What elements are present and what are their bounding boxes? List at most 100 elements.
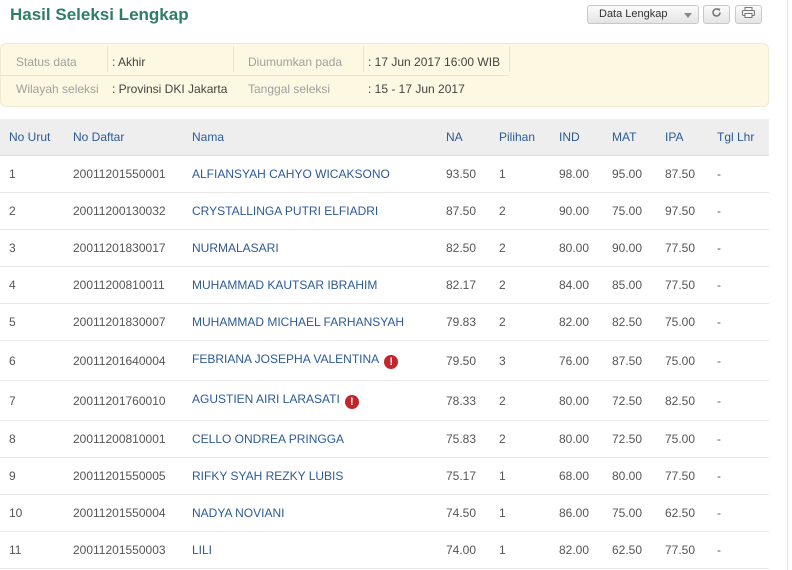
student-name-link[interactable]: FEBRIANA JOSEPHA VALENTINA: [192, 352, 379, 366]
cell-nama[interactable]: NADYA NOVIANI: [192, 494, 446, 532]
table-row: 8 20011200810001 CELLO ONDREA PRINGGA 75.83…: [0, 420, 769, 458]
data-view-dropdown[interactable]: Data Lengkap: [587, 5, 699, 24]
cell-ind: 98.00: [559, 155, 612, 193]
cell-no-urut: 5: [0, 303, 73, 341]
cell-no-daftar: 20011201830007: [73, 303, 192, 341]
cell-ipa: 97.50: [665, 192, 717, 230]
student-name-link[interactable]: CELLO ONDREA PRINGGA: [192, 432, 344, 446]
student-name-link[interactable]: CRYSTALLINGA PUTRI ELFIADRI: [192, 204, 378, 218]
cell-tgl-lhr: -: [717, 155, 769, 193]
cell-no-urut: 10: [0, 494, 73, 532]
table-row: 2 20011200130032 CRYSTALLINGA PUTRI ELFIAD…: [0, 192, 769, 230]
cell-nama[interactable]: NURMALASARI: [192, 229, 446, 267]
student-name-link[interactable]: AGUSTIEN AIRI LARASATI: [192, 392, 340, 406]
col-header-pilihan[interactable]: Pilihan: [499, 119, 559, 156]
cell-no-urut: 9: [0, 457, 73, 495]
cell-nama[interactable]: AGUSTIEN AIRI LARASATI!: [192, 380, 446, 421]
cell-no-daftar: 20011201760010: [73, 380, 192, 421]
warning-icon[interactable]: !: [384, 355, 399, 369]
col-header-ind[interactable]: IND: [559, 119, 612, 156]
col-header-no-daftar[interactable]: No Daftar: [73, 119, 192, 156]
col-header-ipa[interactable]: IPA: [665, 119, 717, 156]
student-name-link[interactable]: ALFIANSYAH CAHYO WICAKSONO: [192, 167, 390, 181]
student-name-link[interactable]: MUHAMMAD MICHAEL FARHANSYAH: [192, 315, 404, 329]
cell-mat: 62.50: [612, 531, 665, 569]
cell-tgl-lhr: -: [717, 420, 769, 458]
cell-ipa: 75.00: [665, 303, 717, 341]
cell-no-urut: 2: [0, 192, 73, 230]
cell-no-urut: 3: [0, 229, 73, 267]
wilayah-value: : Provinsi DKI Jakarta: [112, 82, 228, 96]
cell-ipa: 77.50: [665, 457, 717, 495]
cell-nama[interactable]: LILI: [192, 531, 446, 569]
cell-pilihan: 2: [499, 192, 559, 230]
cell-nama[interactable]: FEBRIANA JOSEPHA VALENTINA!: [192, 340, 446, 381]
student-name-link[interactable]: NURMALASARI: [192, 241, 279, 255]
cell-mat: 75.00: [612, 192, 665, 230]
cell-na: 93.50: [446, 155, 499, 193]
cell-nama[interactable]: ALFIANSYAH CAHYO WICAKSONO: [192, 155, 446, 193]
print-icon: [742, 7, 755, 18]
refresh-button[interactable]: [703, 5, 730, 24]
student-name-link[interactable]: MUHAMMAD KAUTSAR IBRAHIM: [192, 278, 377, 292]
student-name-link[interactable]: LILI: [192, 543, 212, 557]
cell-tgl-lhr: -: [717, 340, 769, 381]
cell-pilihan: 3: [499, 340, 559, 381]
table-row: 7 20011201760010 AGUSTIEN AIRI LARASATI! 78…: [0, 380, 769, 421]
student-name-link[interactable]: RIFKY SYAH REZKY LUBIS: [192, 469, 343, 483]
diumumkan-value: : 17 Jun 2017 16:00 WIB: [368, 55, 501, 69]
print-button[interactable]: [735, 5, 762, 24]
table-row: 6 20011201640004 FEBRIANA JOSEPHA VALENTIN…: [0, 340, 769, 381]
col-header-nama[interactable]: Nama: [192, 119, 446, 156]
cell-pilihan: 2: [499, 420, 559, 458]
cell-ind: 76.00: [559, 340, 612, 381]
cell-nama[interactable]: RIFKY SYAH REZKY LUBIS: [192, 457, 446, 495]
cell-mat: 90.00: [612, 229, 665, 267]
cell-tgl-lhr: -: [717, 229, 769, 267]
cell-no-daftar: 20011201550004: [73, 494, 192, 532]
cell-nama[interactable]: CELLO ONDREA PRINGGA: [192, 420, 446, 458]
cell-no-daftar: 20011200130032: [73, 192, 192, 230]
cell-no-urut: 6: [0, 340, 73, 381]
tanggal-value: : 15 - 17 Jun 2017: [368, 82, 465, 96]
cell-no-daftar: 20011201640004: [73, 340, 192, 381]
cell-ind: 86.00: [559, 494, 612, 532]
wilayah-label: Wilayah seleksi: [16, 82, 99, 96]
cell-na: 79.83: [446, 303, 499, 341]
cell-nama[interactable]: MUHAMMAD KAUTSAR IBRAHIM: [192, 266, 446, 304]
col-header-no-urut[interactable]: No Urut: [0, 119, 73, 156]
table-row: 3 20011201830017 NURMALASARI 82.50 2 80.00 90.…: [0, 229, 769, 267]
diumumkan-label: Diumumkan pada: [248, 55, 343, 69]
dropdown-label: Data Lengkap: [599, 8, 668, 20]
cell-no-daftar: 20011201550003: [73, 531, 192, 569]
cell-no-urut: 7: [0, 380, 73, 421]
info-col-divider: [509, 46, 510, 72]
student-name-link[interactable]: NADYA NOVIANI: [192, 506, 284, 520]
cell-ipa: 75.00: [665, 340, 717, 381]
cell-nama[interactable]: MUHAMMAD MICHAEL FARHANSYAH: [192, 303, 446, 341]
cell-ind: 90.00: [559, 192, 612, 230]
cell-nama[interactable]: CRYSTALLINGA PUTRI ELFIADRI: [192, 192, 446, 230]
cell-no-urut: 8: [0, 420, 73, 458]
selection-info-panel: Status data : Akhir Diumumkan pada : 17 …: [0, 43, 769, 107]
table-row: 9 20011201550005 RIFKY SYAH REZKY LUBIS 75.…: [0, 457, 769, 495]
cell-ipa: 77.50: [665, 266, 717, 304]
status-data-label: Status data: [16, 55, 77, 69]
col-header-na[interactable]: NA: [446, 119, 499, 156]
cell-mat: 72.50: [612, 380, 665, 421]
chevron-down-icon: [684, 13, 692, 18]
page-header: Hasil Seleksi Lengkap Data Lengkap: [0, 0, 770, 34]
table-header-row: No Urut No Daftar Nama NA Pilihan IND MA…: [0, 119, 769, 156]
col-header-tgl-lhr[interactable]: Tgl Lhr: [717, 119, 769, 156]
cell-mat: 95.00: [612, 155, 665, 193]
warning-icon[interactable]: !: [344, 395, 359, 409]
cell-no-urut: 11: [0, 531, 73, 569]
cell-mat: 85.00: [612, 266, 665, 304]
cell-ind: 82.00: [559, 531, 612, 569]
col-header-mat[interactable]: MAT: [612, 119, 665, 156]
cell-no-daftar: 20011200810001: [73, 420, 192, 458]
cell-tgl-lhr: -: [717, 494, 769, 532]
cell-na: 75.17: [446, 457, 499, 495]
refresh-icon: [712, 8, 721, 17]
cell-ipa: 82.50: [665, 380, 717, 421]
